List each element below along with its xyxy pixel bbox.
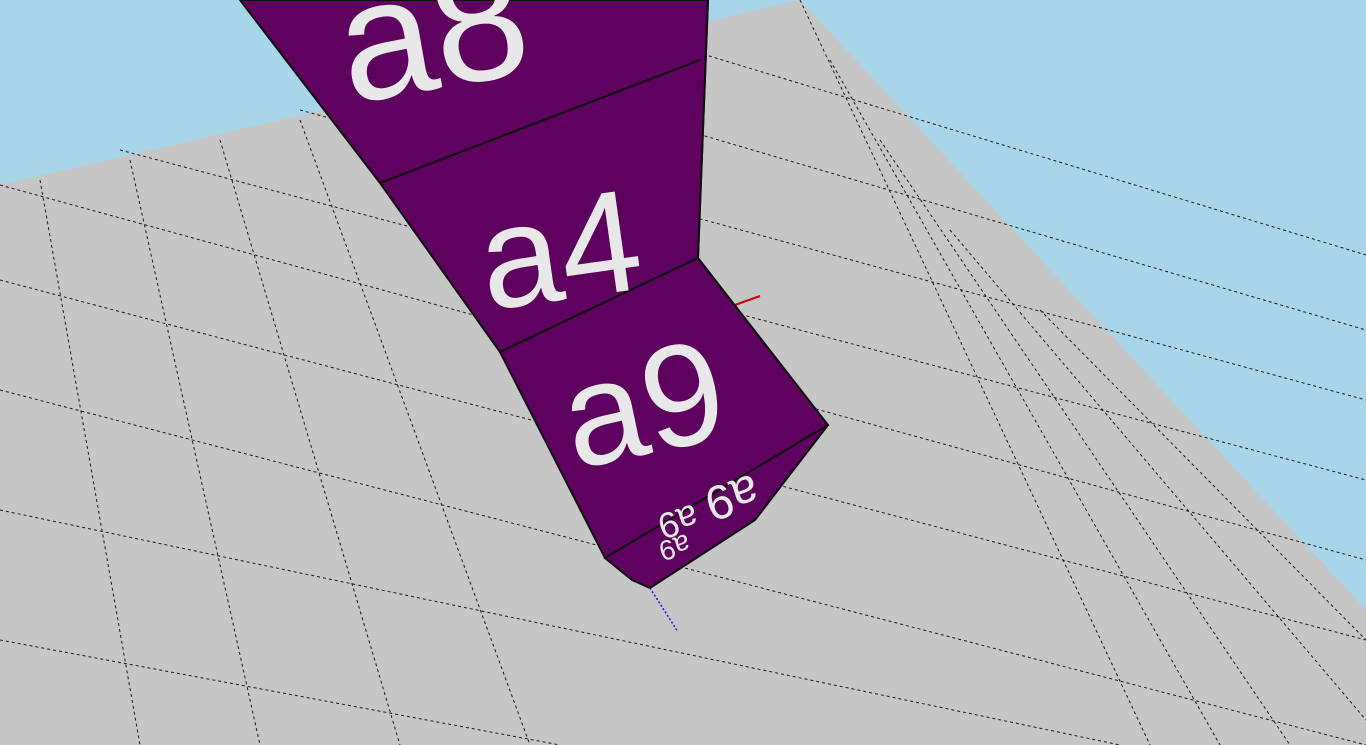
- front-upper-label: a4: [469, 158, 651, 341]
- front-lower-label: a9: [547, 308, 738, 500]
- 3d-viewport[interactable]: a8 a4 a9 a9 a9 a9: [0, 0, 1366, 745]
